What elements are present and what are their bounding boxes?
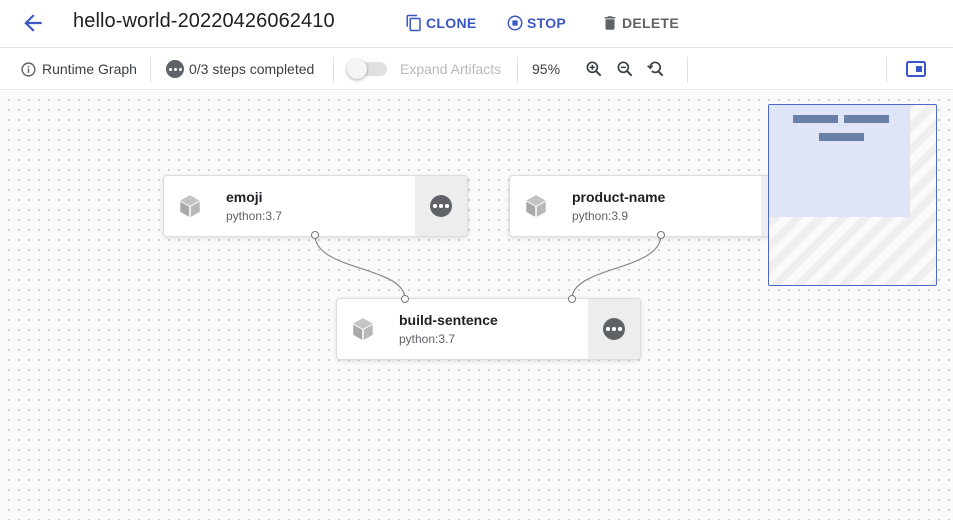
more-horiz-icon [603,318,625,340]
steps-status: 0/3 steps completed [166,49,314,89]
info-icon [21,61,36,77]
more-horiz-icon [166,60,184,78]
minimap-node [844,115,889,123]
divider [886,57,887,83]
cube-icon [180,195,200,217]
page-header: hello-world-20220426062410 CLONE STOP DE… [0,0,953,48]
graph-toolbar: Runtime Graph 0/3 steps completed Expand… [0,49,953,90]
expand-artifacts-toggle[interactable]: Expand Artifacts [347,49,501,89]
steps-completed-label: 0/3 steps completed [189,61,315,77]
edge-emoji-build-sentence [314,234,406,300]
edge-product-name-build-sentence [571,234,662,300]
graph-minimap[interactable] [768,104,937,286]
clone-label: CLONE [426,15,477,31]
minimap-node [819,133,864,141]
arrow-back-icon[interactable] [20,10,46,36]
node-more-button[interactable] [415,176,467,236]
cube-icon [353,318,373,340]
delete-label: DELETE [622,15,680,31]
clone-button[interactable]: CLONE [405,12,477,34]
delete-icon [604,16,616,30]
node-name: product-name [572,189,666,205]
cube-icon [526,195,546,217]
side-panel-icon[interactable] [906,60,926,78]
more-horiz-icon [430,195,452,217]
node-more-button[interactable] [588,299,640,359]
minimap-node [793,115,838,123]
node-name: build-sentence [399,312,498,328]
runtime-graph-info[interactable]: Runtime Graph [20,49,137,89]
stop-icon [507,15,523,31]
node-image: python:3.9 [572,209,629,223]
graph-node-build-sentence[interactable]: build-sentence python:3.7 [336,298,641,360]
expand-artifacts-label: Expand Artifacts [400,61,502,77]
page-title: hello-world-20220426062410 [73,10,335,32]
zoom-reset-icon[interactable] [646,59,666,79]
graph-node-emoji[interactable]: emoji python:3.7 [163,175,468,237]
delete-button[interactable]: DELETE [601,12,679,34]
divider [687,57,688,83]
node-image: python:3.7 [399,332,456,346]
divider [333,57,334,83]
zoom-level: 95% [532,61,561,77]
stop-button[interactable]: STOP [506,12,566,34]
toggle-switch[interactable] [347,59,389,79]
graph-canvas[interactable]: emoji python:3.7 product-name python:3.9… [0,91,953,520]
zoom-in-icon[interactable] [584,59,604,79]
divider [517,57,518,83]
stop-label: STOP [527,15,567,31]
node-name: emoji [226,189,263,205]
divider [150,57,151,83]
clone-icon [406,14,421,32]
runtime-graph-label: Runtime Graph [42,61,137,77]
zoom-out-icon[interactable] [615,59,635,79]
node-image: python:3.7 [226,209,283,223]
